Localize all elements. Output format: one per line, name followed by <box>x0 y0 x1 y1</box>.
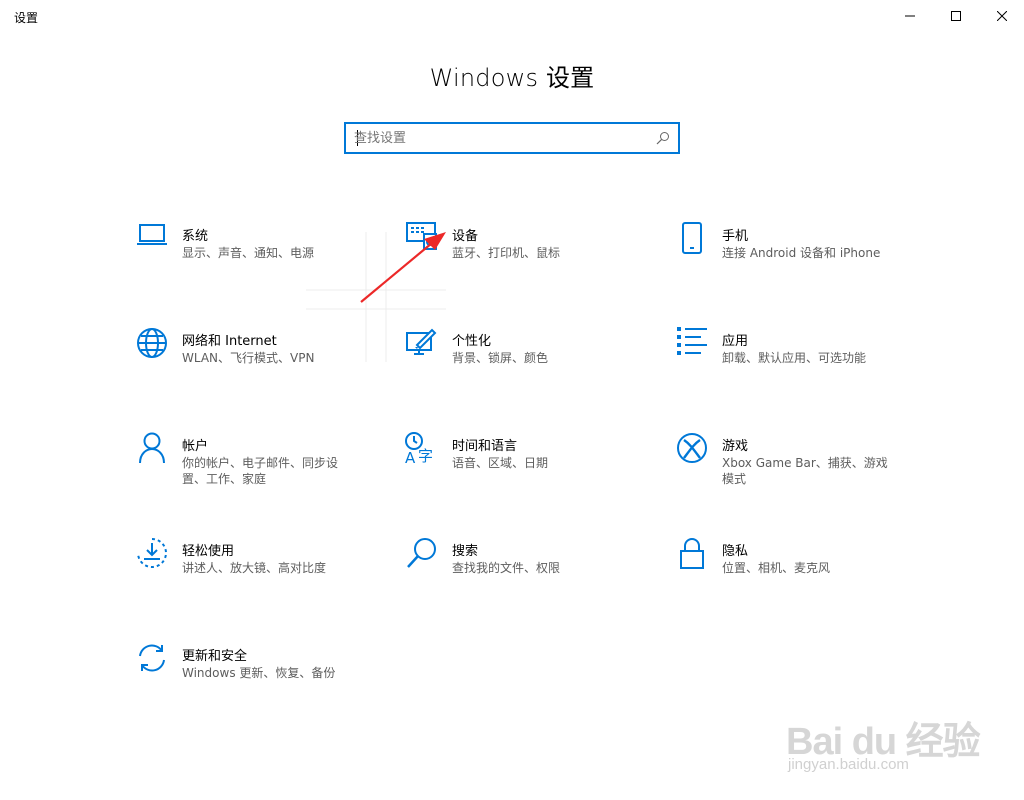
tile-search[interactable]: 搜索 查找我的文件、权限 <box>404 537 644 607</box>
tile-label: 轻松使用 <box>182 544 235 559</box>
watermark-logo: Bai du 经验 <box>786 721 981 763</box>
tile-description: Windows 更新、恢复、备份 <box>182 666 336 680</box>
tile-description: Xbox Game Bar、捕获、游戏模式 <box>722 456 888 486</box>
watermark: Bai du 经验 jingyan.baidu.com <box>786 690 986 790</box>
search-icon <box>656 132 669 145</box>
tile-ease-of-access[interactable]: 轻松使用 讲述人、放大镜、高对比度 <box>134 537 374 607</box>
tile-gaming[interactable]: 游戏 Xbox Game Bar、捕获、游戏模式 <box>674 432 914 502</box>
tile-description: 位置、相机、麦克风 <box>722 561 831 575</box>
update-icon <box>134 642 170 678</box>
tile-phone[interactable]: 手机 连接 Android 设备和 iPhone <box>674 222 914 292</box>
tile-label: 更新和安全 <box>182 649 248 664</box>
lock-icon <box>674 537 710 573</box>
page-title: Windows 设置 <box>429 64 595 92</box>
tile-label: 隐私 <box>722 544 749 559</box>
tile-description: 卸载、默认应用、可选功能 <box>722 351 867 365</box>
tile-description: 讲述人、放大镜、高对比度 <box>182 561 327 575</box>
svg-text:字: 字 <box>418 447 433 464</box>
tile-description: WLAN、飞行模式、VPN <box>182 351 315 365</box>
close-button[interactable] <box>979 0 1024 32</box>
tile-label: 系统 <box>182 229 209 244</box>
svg-text:A: A <box>405 449 416 464</box>
phone-icon <box>674 222 710 258</box>
tile-label: 帐户 <box>182 439 209 454</box>
window-title: 设置 <box>14 11 39 25</box>
tile-description: 语音、区域、日期 <box>452 456 549 470</box>
tile-description: 连接 Android 设备和 iPhone <box>722 246 881 260</box>
tile-time-language[interactable]: A 字 时间和语言 语音、区域、日期 <box>404 432 644 502</box>
devices-icon <box>404 222 440 258</box>
tile-update-security[interactable]: 更新和安全 Windows 更新、恢复、备份 <box>134 642 374 712</box>
tile-label: 游戏 <box>722 439 749 454</box>
search-box[interactable] <box>344 122 680 154</box>
tile-label: 搜索 <box>452 544 479 559</box>
tile-apps[interactable]: 应用 卸载、默认应用、可选功能 <box>674 327 914 397</box>
tile-description: 你的帐户、电子邮件、同步设置、工作、家庭 <box>182 456 339 486</box>
tile-system[interactable]: 系统 显示、声音、通知、电源 <box>134 222 374 292</box>
watermark-url: jingyan.baidu.com <box>788 756 909 773</box>
tile-accounts[interactable]: 帐户 你的帐户、电子邮件、同步设置、工作、家庭 <box>134 432 374 502</box>
tile-privacy[interactable]: 隐私 位置、相机、麦克风 <box>674 537 914 607</box>
personalization-icon <box>404 327 440 363</box>
close-icon <box>997 11 1007 21</box>
tile-label: 时间和语言 <box>452 439 518 454</box>
tile-label: 网络和 Internet <box>182 334 277 349</box>
minimize-button[interactable] <box>887 0 933 32</box>
maximize-button[interactable] <box>933 0 979 32</box>
tile-label: 设备 <box>452 229 479 244</box>
tile-label: 手机 <box>722 229 749 244</box>
tile-description: 蓝牙、打印机、鼠标 <box>452 246 561 260</box>
tile-description: 查找我的文件、权限 <box>452 561 561 575</box>
tile-description: 背景、锁屏、颜色 <box>452 351 549 365</box>
tile-label: 应用 <box>722 334 749 349</box>
laptop-icon <box>134 222 170 258</box>
search-icon <box>404 537 440 573</box>
minimize-icon <box>905 15 915 17</box>
tile-personalization[interactable]: 个性化 背景、锁屏、颜色 <box>404 327 644 397</box>
ease-of-access-icon <box>134 537 170 573</box>
apps-list-icon <box>674 327 710 363</box>
tile-network[interactable]: 网络和 Internet WLAN、飞行模式、VPN <box>134 327 374 397</box>
search-input[interactable] <box>354 124 654 152</box>
tile-label: 个性化 <box>452 334 492 349</box>
tile-description: 显示、声音、通知、电源 <box>182 246 315 260</box>
xbox-icon <box>674 432 710 468</box>
person-icon <box>134 432 170 468</box>
tile-devices[interactable]: 设备 蓝牙、打印机、鼠标 <box>404 222 644 292</box>
maximize-icon <box>951 11 961 21</box>
globe-icon <box>134 327 170 363</box>
time-language-icon: A 字 <box>404 432 440 468</box>
title-bar: 设置 <box>0 0 1024 32</box>
